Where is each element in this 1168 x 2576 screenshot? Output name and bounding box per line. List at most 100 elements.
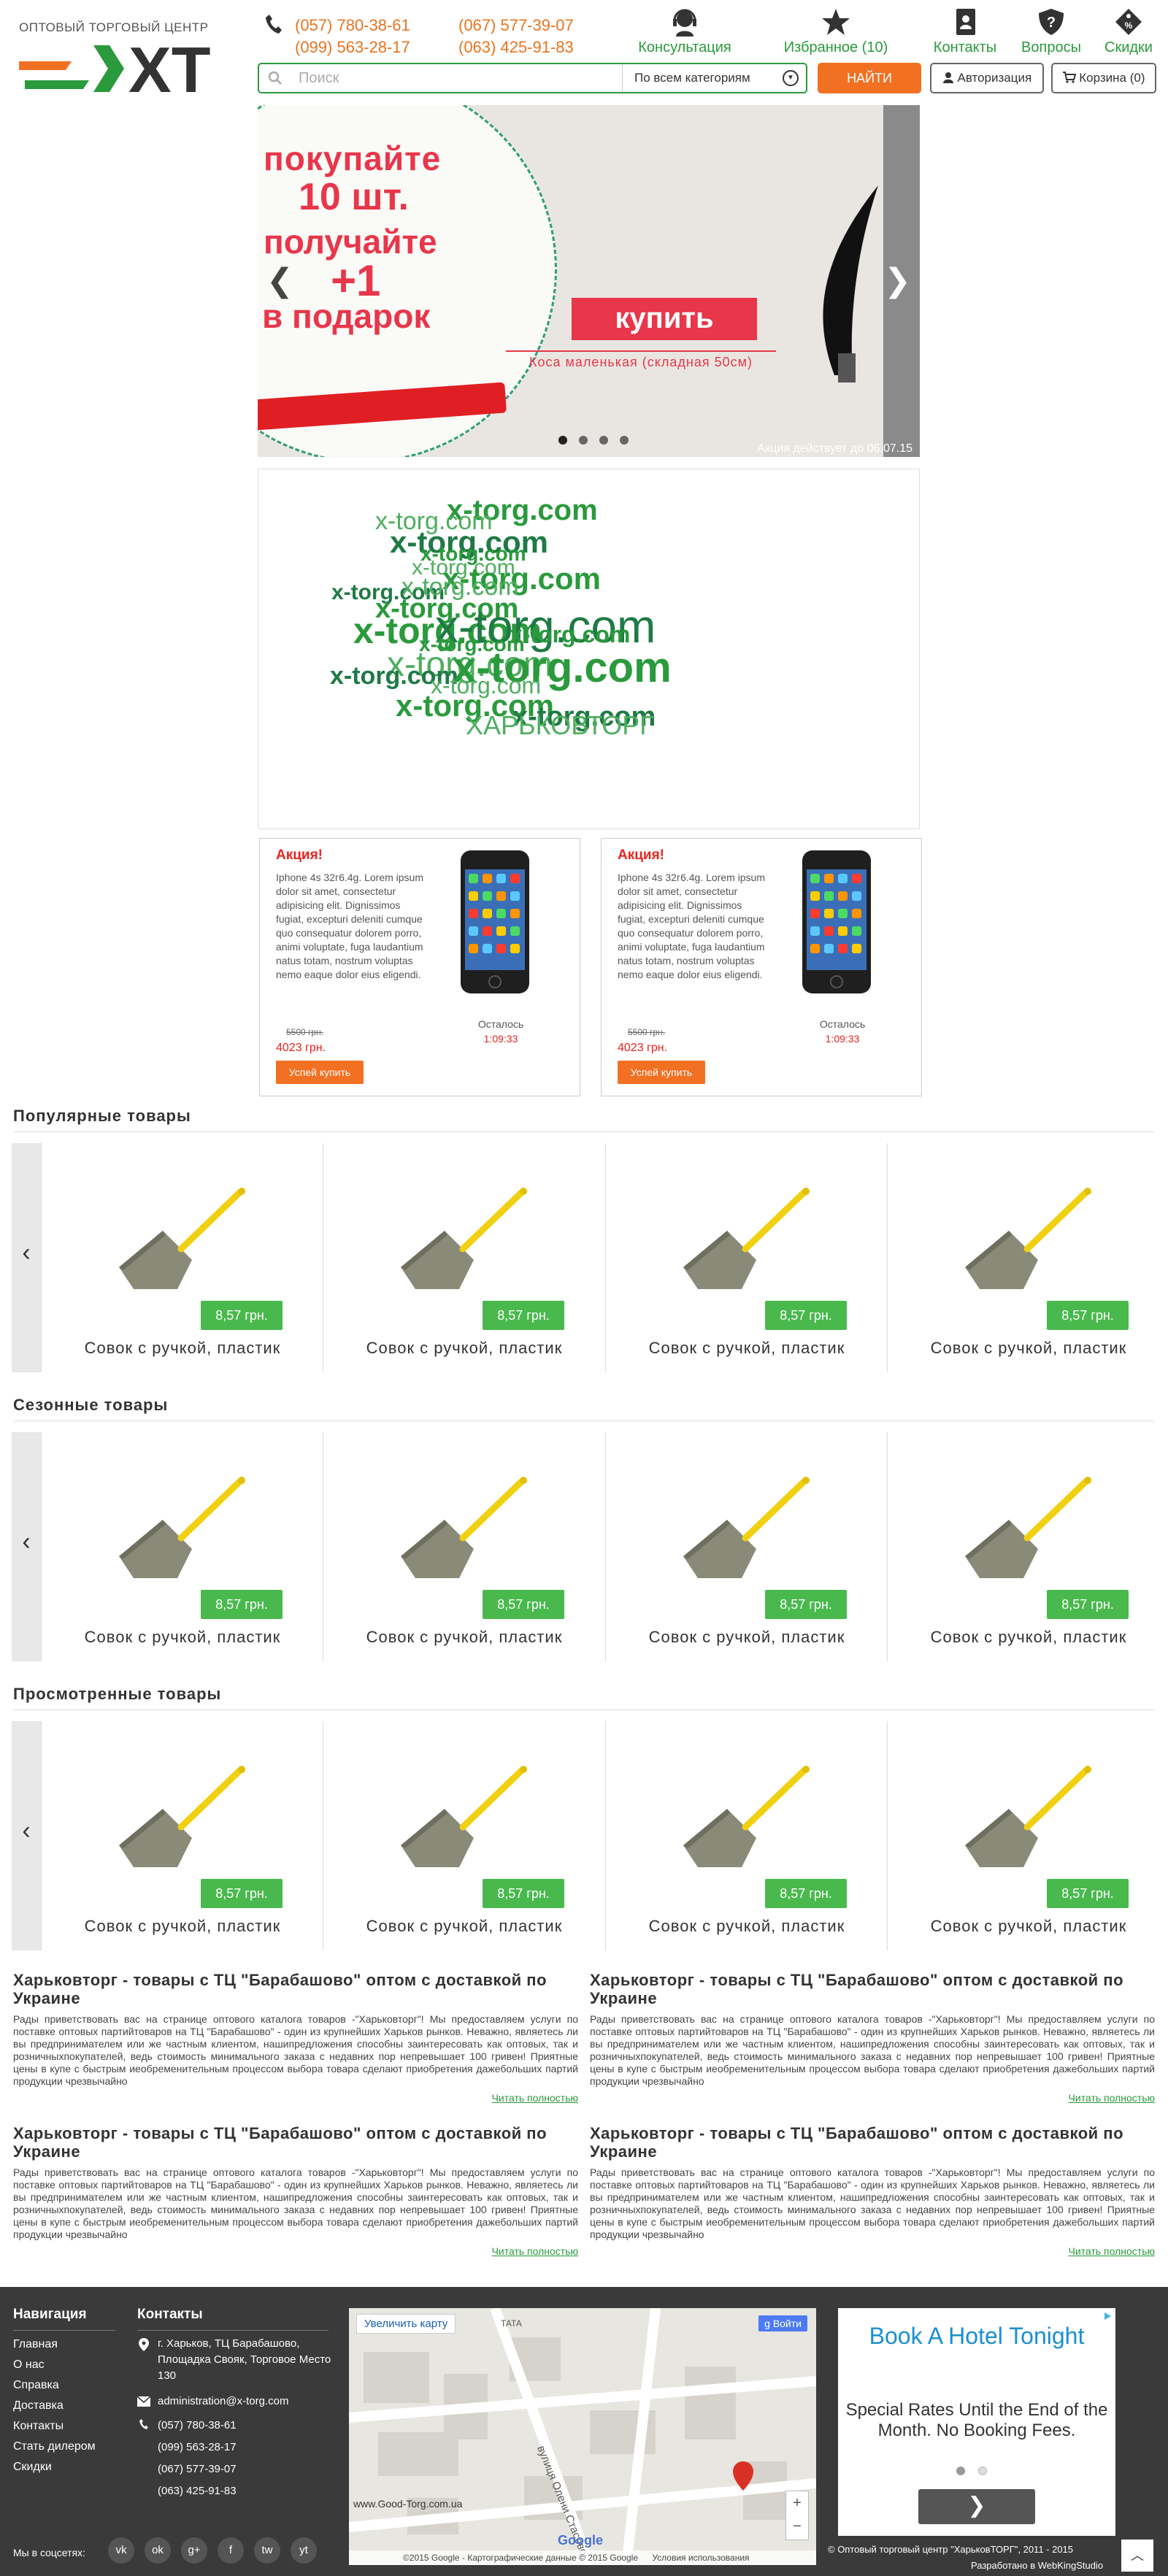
footer-phone[interactable]: (057) 780-38-61 [158,2415,237,2437]
slider-prev-icon[interactable]: ❮ [266,262,293,299]
read-more-link[interactable]: Читать полностью [590,2245,1155,2257]
slider-next-icon[interactable]: ❯ [884,262,911,299]
product-image[interactable] [958,1765,1104,1875]
odnoklassniki-icon[interactable]: ok [145,2537,171,2564]
footer-nav-item[interactable]: Доставка [13,2396,96,2416]
product-card[interactable]: 8,57 грн. Совок с ручкой, пластик [605,1143,887,1372]
favorites-link[interactable]: Избранное (10) [774,7,898,56]
product-image[interactable] [112,1765,258,1875]
footer-nav-item[interactable]: Главная [13,2334,96,2355]
facebook-icon[interactable]: f [218,2537,244,2564]
footer-phone[interactable]: (067) 577-39-07 [158,2458,237,2480]
product-card[interactable]: 8,57 грн. Совок с ручкой, пластик [323,1143,604,1372]
footer-nav-item[interactable]: Скидки [13,2457,96,2477]
footer-email[interactable]: administration@x-torg.com [158,2394,288,2410]
product-name[interactable]: Совок с ручкой, пластик [323,1339,605,1358]
product-card[interactable]: 8,57 грн. Совок с ручкой, пластик [605,1721,887,1950]
questions-link[interactable]: ? Вопросы [1016,7,1086,56]
ad-next-button[interactable]: ❯ [918,2489,1035,2524]
read-more-link[interactable]: Читать полностью [13,2092,578,2104]
header-phone-4[interactable]: (063) 425-91-83 [458,38,574,57]
footer-nav-item[interactable]: Стать дилером [13,2437,96,2457]
youtube-icon[interactable]: yt [291,2537,317,2564]
product-card[interactable]: 8,57 грн. Совок с ручкой, пластик [887,1721,1168,1950]
header-phone-1[interactable]: (057) 780-38-61 [295,16,410,35]
promo-buy-button[interactable]: Успей купить [276,1061,364,1084]
slider-dot[interactable] [599,436,608,445]
product-image[interactable] [393,1187,539,1296]
product-name[interactable]: Совок с ручкой, пластик [888,1917,1168,1936]
product-image[interactable] [112,1187,258,1296]
slider-buy-button[interactable]: купить [572,298,757,340]
category-select[interactable]: По всем категориям ▼ [622,64,807,92]
header-phone-3[interactable]: (099) 563-28-17 [295,38,410,57]
contacts-link[interactable]: Контакты [927,7,1003,56]
carousel-prev-icon[interactable]: ‹ [12,1721,41,1950]
product-image[interactable] [676,1476,822,1585]
site-logo[interactable]: XT [19,39,238,98]
hotel-ad[interactable]: Book A Hotel Tonight Special Rates Until… [838,2308,1115,2536]
product-name[interactable]: Совок с ручкой, пластик [323,1917,605,1936]
zoom-out-icon[interactable]: − [786,2515,808,2538]
product-image[interactable] [676,1765,822,1875]
carousel-prev-icon[interactable]: ‹ [12,1143,41,1372]
footer-nav-item[interactable]: Контакты [13,2416,96,2437]
login-button[interactable]: Авторизация [930,63,1044,93]
slider-dot[interactable] [558,436,567,445]
footer-nav-item[interactable]: Справка [13,2375,96,2396]
cart-button[interactable]: Корзина (0) [1051,63,1156,93]
product-image[interactable] [958,1187,1104,1296]
slider-dot[interactable] [620,436,629,445]
map[interactable]: Увеличить карту ТАТА вулиця Олени Стасов… [349,2308,816,2565]
product-name[interactable]: Совок с ручкой, пластик [888,1628,1168,1647]
product-name[interactable]: Совок с ручкой, пластик [888,1339,1168,1358]
product-card[interactable]: 8,57 грн. Совок с ручкой, пластик [887,1432,1168,1661]
product-card[interactable]: 8,57 грн. Совок с ручкой, пластик [41,1432,323,1661]
product-name[interactable]: Совок с ручкой, пластик [42,1917,323,1936]
google-plus-icon[interactable]: g+ [181,2537,207,2564]
carousel-prev-icon[interactable]: ‹ [12,1432,41,1661]
product-image[interactable] [676,1187,822,1296]
phone-product-image[interactable] [801,849,872,995]
product-card[interactable]: 8,57 грн. Совок с ручкой, пластик [41,1721,323,1950]
footer-phone[interactable]: (099) 563-28-17 [158,2437,237,2458]
product-card[interactable]: 8,57 грн. Совок с ручкой, пластик [605,1432,887,1661]
product-name[interactable]: Совок с ручкой, пластик [323,1628,605,1647]
twitter-icon[interactable]: tw [254,2537,280,2564]
zoom-in-icon[interactable]: + [786,2491,808,2515]
slider-dot[interactable] [579,436,588,445]
product-image[interactable] [958,1476,1104,1585]
vk-icon[interactable]: vk [108,2537,134,2564]
discounts-link[interactable]: % Скидки [1098,7,1159,56]
product-card[interactable]: 8,57 грн. Совок с ручкой, пластик [323,1721,604,1950]
header-phone-2[interactable]: (067) 577-39-07 [458,16,574,35]
product-name[interactable]: Совок с ручкой, пластик [606,1339,888,1358]
ad-title[interactable]: Book A Hotel Tonight [838,2323,1115,2349]
search-button[interactable]: НАЙТИ [818,63,921,93]
map-login-button[interactable]: g Войти [758,2315,807,2331]
developer-credit[interactable]: Разработано в WebKingStudio [971,2558,1103,2574]
product-name[interactable]: Совок с ручкой, пластик [606,1628,888,1647]
map-terms-link[interactable]: Условия использования [652,2553,749,2563]
product-image[interactable] [393,1476,539,1585]
ad-choices-icon[interactable] [1102,2311,1113,2321]
product-image[interactable] [393,1765,539,1875]
product-image[interactable] [112,1476,258,1585]
footer-phone[interactable]: (063) 425-91-83 [158,2480,237,2502]
consultation-link[interactable]: Консультация [634,7,736,56]
product-card[interactable]: 8,57 грн. Совок с ручкой, пластик [41,1143,323,1372]
phone-product-image[interactable] [459,849,531,995]
footer-nav-item[interactable]: О нас [13,2355,96,2375]
read-more-link[interactable]: Читать полностью [590,2092,1155,2104]
promo-slider[interactable]: покупайте 10 шт. получайте +1 в подарок … [258,105,920,457]
product-card[interactable]: 8,57 грн. Совок с ручкой, пластик [887,1143,1168,1372]
product-card[interactable]: 8,57 грн. Совок с ручкой, пластик [323,1432,604,1661]
product-name[interactable]: Совок с ручкой, пластик [42,1628,323,1647]
scroll-top-button[interactable]: ︿ [1121,2540,1153,2572]
search-input[interactable]: Поиск [299,70,339,87]
map-enlarge-link[interactable]: Увеличить карту [356,2314,456,2334]
map-zoom-control[interactable]: + − [785,2491,809,2540]
product-name[interactable]: Совок с ручкой, пластик [606,1917,888,1936]
product-name[interactable]: Совок с ручкой, пластик [42,1339,323,1358]
read-more-link[interactable]: Читать полностью [13,2245,578,2257]
